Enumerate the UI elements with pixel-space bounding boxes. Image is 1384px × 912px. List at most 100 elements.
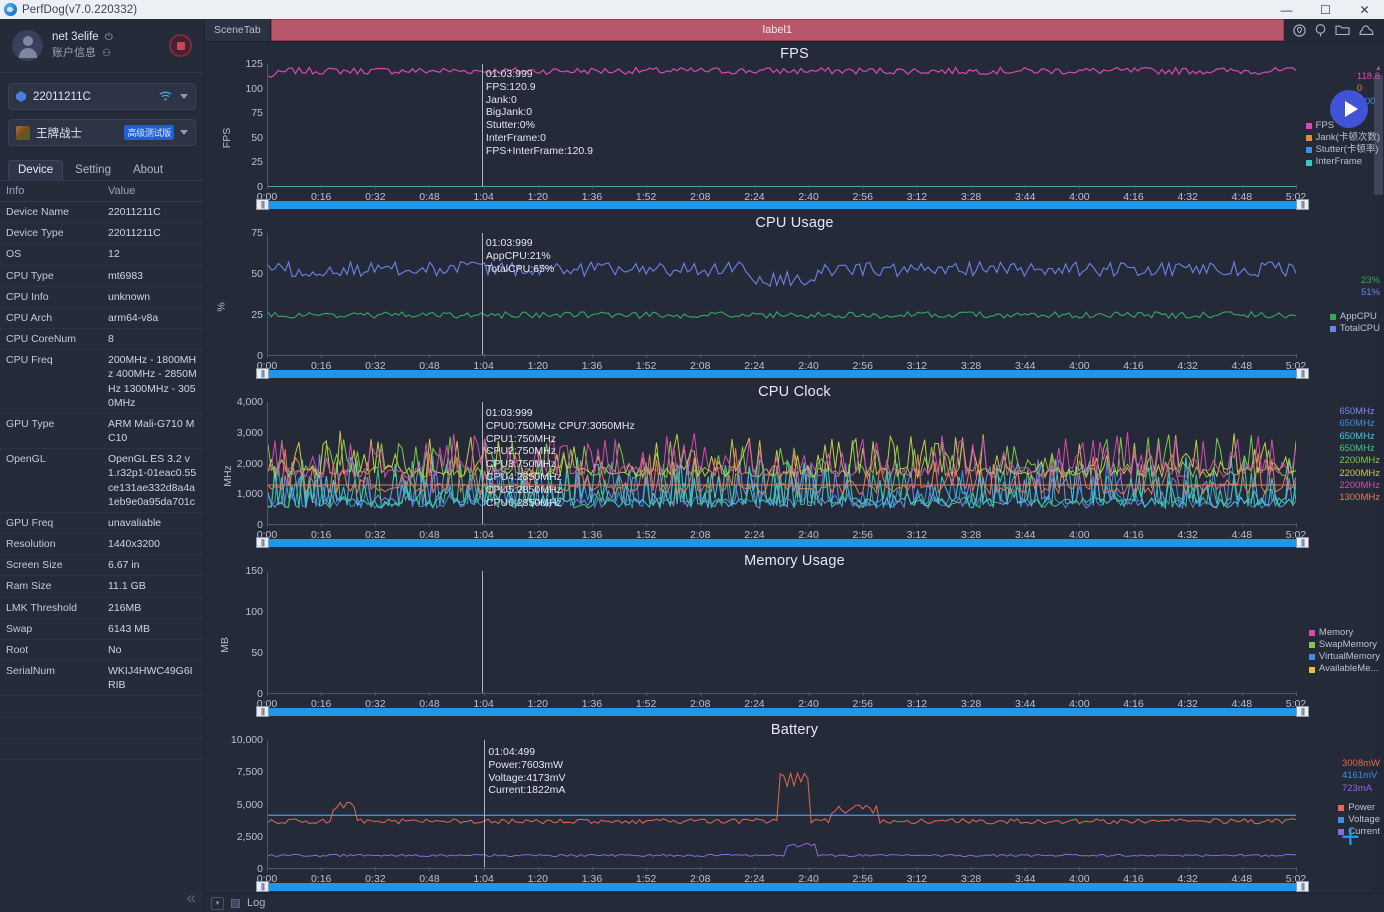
x-tick-mark	[429, 523, 430, 527]
x-tick-mark	[700, 867, 701, 871]
tab-about[interactable]: About	[123, 160, 173, 180]
scroller-handle-left[interactable]: |||	[256, 706, 269, 717]
legend-item[interactable]: SwapMemory	[1309, 639, 1380, 651]
scroller-handle-left[interactable]: |||	[256, 368, 269, 379]
stop-record-button[interactable]	[169, 34, 192, 57]
time-range-scroller[interactable]: ||| |||	[257, 200, 1308, 209]
x-tick-mark	[1025, 692, 1026, 696]
time-range-scroller[interactable]: ||| |||	[257, 882, 1308, 891]
plot-canvas[interactable]: 01:03:999FPS:120.9Jank:0BigJank:0Stutter…	[267, 64, 1296, 187]
play-button[interactable]	[1330, 90, 1368, 128]
x-tick-mark	[646, 354, 647, 358]
expand-log-button[interactable]: ▾	[211, 897, 224, 910]
x-tick-mark	[375, 692, 376, 696]
tab-device[interactable]: Device	[8, 160, 63, 180]
cursor-line[interactable]	[482, 402, 483, 524]
scroller-bar[interactable]	[267, 708, 1298, 716]
scroller-handle-left[interactable]: |||	[256, 537, 269, 548]
plot-area[interactable]: FPS025507510012501:03:999FPS:120.9Jank:0…	[205, 64, 1384, 211]
x-tick-mark	[1188, 523, 1189, 527]
current-value: 650MHz	[1339, 431, 1380, 443]
scroller-bar[interactable]	[267, 883, 1298, 891]
log-checkbox[interactable]	[231, 899, 240, 908]
scroller-bar[interactable]	[267, 370, 1298, 378]
scene-label-bar[interactable]: label1	[271, 19, 1284, 41]
balloon-marker-icon[interactable]	[1315, 24, 1326, 37]
scroller-handle-left[interactable]: |||	[256, 199, 269, 210]
scroller-handle-right[interactable]: |||	[1296, 199, 1309, 210]
legend-item[interactable]: AppCPU	[1330, 311, 1380, 323]
selectors: 22011211C 王牌战士 高级测试版	[0, 73, 204, 159]
folder-icon[interactable]	[1335, 24, 1350, 36]
info-value: 22011211C	[102, 202, 204, 223]
y-tick: 100	[245, 606, 263, 618]
cursor-line[interactable]	[482, 233, 483, 355]
scroller-bar[interactable]	[267, 201, 1298, 209]
scroller-handle-right[interactable]: |||	[1296, 537, 1309, 548]
app-select[interactable]: 王牌战士 高级测试版	[8, 119, 196, 146]
info-key: CPU CoreNum	[0, 329, 102, 350]
legend-item[interactable]: VirtualMemory	[1309, 651, 1380, 663]
scroller-handle-right[interactable]: |||	[1296, 368, 1309, 379]
time-range-scroller[interactable]: ||| |||	[257, 369, 1308, 378]
legend-item[interactable]: Jank(卡顿次数)	[1306, 132, 1380, 144]
scroller-handle-left[interactable]: |||	[256, 881, 269, 892]
legend-item[interactable]: InterFrame	[1306, 156, 1380, 168]
scroller-handle-right[interactable]: |||	[1296, 881, 1309, 892]
chevron-down-icon[interactable]	[180, 130, 188, 135]
cursor-line[interactable]	[484, 740, 485, 868]
legend-item[interactable]: Stutter(卡顿率)	[1306, 144, 1380, 156]
plot-area[interactable]: MB0501001500:000:160:320:481:041:201:361…	[205, 571, 1384, 718]
cursor-line[interactable]	[482, 64, 483, 186]
chart-fps: FPSFPS025507510012501:03:999FPS:120.9Jan…	[205, 42, 1384, 211]
maximize-button[interactable]: ☐	[1306, 0, 1345, 19]
chevron-down-icon[interactable]	[180, 94, 188, 99]
x-tick-mark	[863, 354, 864, 358]
minimize-button[interactable]: —	[1267, 0, 1306, 19]
plot-canvas[interactable]: 01:03:999AppCPU:21%TotalCPU:65%	[267, 233, 1296, 356]
legend-item[interactable]: AvailableMe...	[1309, 663, 1380, 675]
scroller-handle-right[interactable]: |||	[1296, 706, 1309, 717]
series-svg	[268, 402, 1296, 525]
time-range-scroller[interactable]: ||| |||	[257, 707, 1308, 716]
x-tick-mark	[646, 185, 647, 189]
x-tick-mark	[1296, 523, 1297, 527]
y-tick: 10,000	[231, 734, 263, 746]
plot-area[interactable]: %025507501:03:999AppCPU:21%TotalCPU:65%0…	[205, 233, 1384, 380]
scene-tab[interactable]: SceneTab	[205, 19, 271, 41]
add-chart-button[interactable]: +	[1341, 820, 1360, 853]
x-tick-mark	[754, 354, 755, 358]
account-panel: net 3elife ⏻ 账户信息 ⚇	[0, 19, 204, 73]
tab-setting[interactable]: Setting	[65, 160, 121, 180]
x-tick-mark	[754, 185, 755, 189]
cursor-line[interactable]	[482, 571, 483, 693]
col-info: Info	[0, 181, 102, 202]
current-value: 118.8	[1357, 71, 1380, 83]
current-value: 1300MHz	[1339, 492, 1380, 504]
plot-canvas[interactable]: 01:03:999CPU0:750MHz CPU7:3050MHzCPU1:75…	[267, 402, 1296, 525]
current-value: 650MHz	[1339, 406, 1380, 418]
close-button[interactable]: ✕	[1345, 0, 1384, 19]
info-value: ARM Mali-G710 MC10	[102, 413, 204, 448]
plot-canvas[interactable]: 01:04:499Power:7603mWVoltage:4173mVCurre…	[267, 740, 1296, 869]
scroller-bar[interactable]	[267, 539, 1298, 547]
legend-item[interactable]: Power	[1338, 802, 1380, 814]
cloud-icon[interactable]	[1359, 24, 1375, 36]
device-select[interactable]: 22011211C	[8, 83, 196, 110]
user-switch-icon[interactable]: ⚇	[102, 48, 111, 59]
location-pin-icon[interactable]	[1293, 24, 1306, 37]
plot-area[interactable]: MHz01,0002,0003,0004,00001:03:999CPU0:75…	[205, 402, 1384, 549]
legend-item[interactable]: TotalCPU	[1330, 323, 1380, 335]
time-range-scroller[interactable]: ||| |||	[257, 538, 1308, 547]
info-value: 216MB	[102, 597, 204, 618]
legend-item[interactable]: Memory	[1309, 627, 1380, 639]
plot-canvas[interactable]	[267, 571, 1296, 694]
x-tick-mark	[592, 692, 593, 696]
x-tick-mark	[1296, 867, 1297, 871]
plot-area[interactable]: 02,5005,0007,50010,00001:04:499Power:760…	[205, 740, 1384, 893]
current-value: 2200MHz	[1339, 480, 1380, 492]
collapse-sidebar-button[interactable]: «	[187, 889, 196, 906]
table-row: SerialNumWKIJ4HWC49G6IRIB	[0, 661, 204, 696]
account-info-label[interactable]: 账户信息	[52, 47, 96, 59]
power-icon[interactable]: ⏻	[105, 32, 113, 43]
